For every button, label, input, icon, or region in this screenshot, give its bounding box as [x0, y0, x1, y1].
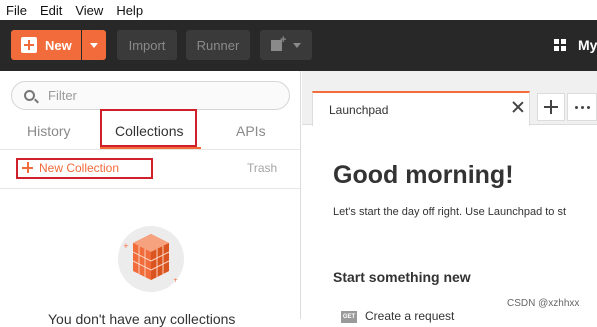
menu-help[interactable]: Help [116, 3, 143, 18]
highlight-box-collections [100, 109, 197, 147]
workspace-grid-icon[interactable] [554, 39, 567, 52]
tab-apis[interactable]: APIs [236, 123, 266, 139]
menu-view[interactable]: View [75, 3, 103, 18]
add-tab-button[interactable] [537, 93, 565, 121]
launchpad-subtext: Let's start the day off right. Use Launc… [333, 206, 567, 218]
tab-history[interactable]: History [27, 123, 71, 139]
filter-input[interactable]: Filter [11, 81, 290, 110]
plus-icon [21, 37, 37, 53]
new-dropdown-button[interactable] [82, 30, 106, 60]
divider [0, 188, 300, 189]
menu-edit[interactable]: Edit [40, 3, 62, 18]
tab-launchpad[interactable]: Launchpad [312, 91, 530, 126]
watermark: CSDN @xzhhxx [507, 298, 580, 309]
new-button[interactable]: New [11, 30, 81, 60]
close-icon[interactable] [512, 101, 524, 113]
search-icon [24, 90, 35, 101]
get-request-icon: GET [341, 311, 357, 323]
main-panel: Launchpad Good morning! Let's start the … [302, 71, 597, 323]
divider [0, 149, 300, 150]
sidebar: Filter History Collections APIs New Coll… [0, 71, 301, 327]
tab-strip: Launchpad [302, 71, 597, 126]
empty-collections-illustration: + + [118, 226, 184, 292]
new-button-label: New [45, 37, 72, 53]
menu-file[interactable]: File [6, 3, 27, 18]
tab-title: Launchpad [329, 103, 389, 117]
filter-placeholder: Filter [48, 88, 77, 103]
svg-text:+: + [173, 277, 178, 284]
create-request-link[interactable]: Create a request [365, 309, 454, 323]
empty-state-text: You don't have any collections [48, 311, 236, 327]
trash-link[interactable]: Trash [247, 161, 277, 175]
import-button[interactable]: Import [117, 30, 177, 60]
start-something-new-heading: Start something new [333, 269, 471, 285]
more-tabs-button[interactable] [567, 93, 597, 121]
new-window-icon [271, 34, 287, 52]
greeting-heading: Good morning! [333, 161, 514, 189]
new-window-button[interactable] [260, 30, 312, 60]
svg-text:+: + [123, 242, 129, 250]
toolbar: New Import Runner My [0, 20, 597, 71]
chevron-down-icon [293, 42, 301, 48]
highlight-box-new-collection [16, 158, 153, 179]
menu-bar: File Edit View Help [0, 0, 597, 20]
runner-button[interactable]: Runner [186, 30, 250, 60]
workspace-label[interactable]: My [578, 37, 597, 53]
